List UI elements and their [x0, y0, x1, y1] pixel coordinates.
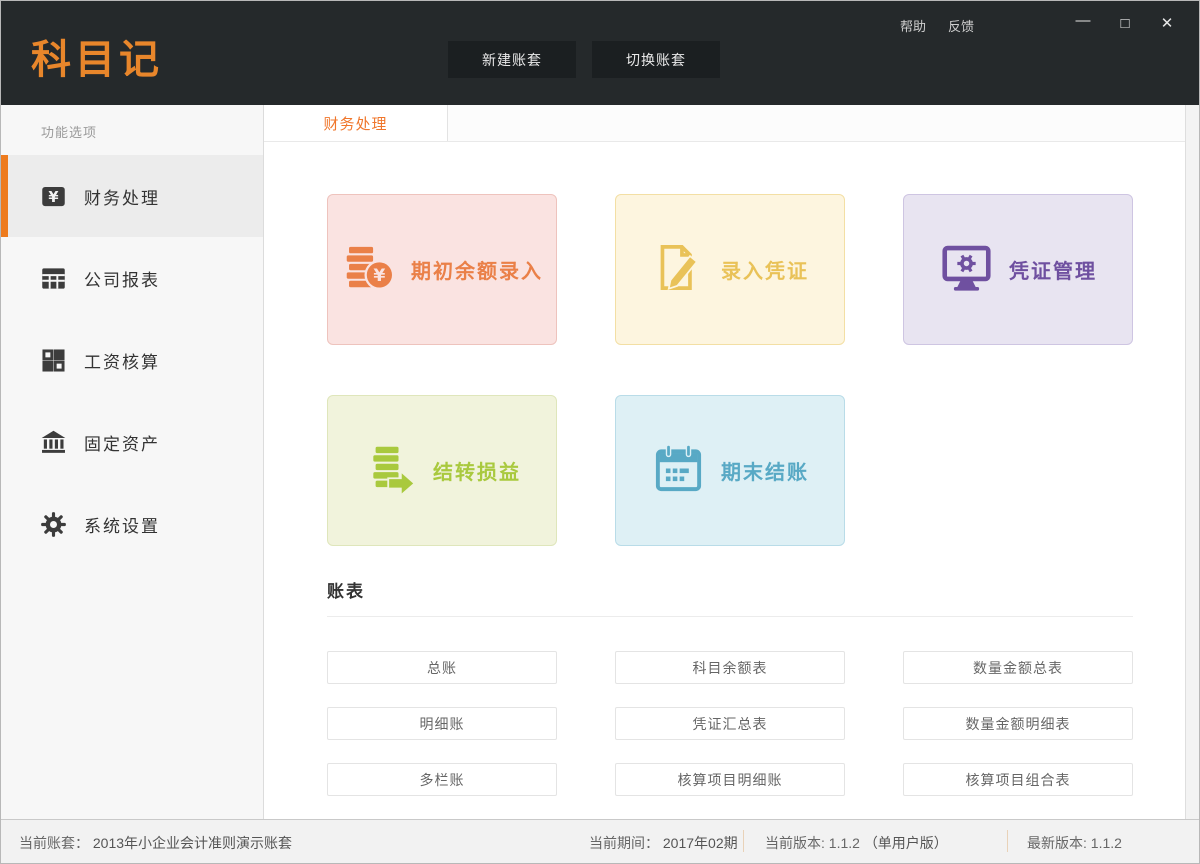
report-button-general-ledger[interactable]: 总账	[327, 651, 557, 684]
sidebar-item-company-reports[interactable]: 公司报表	[1, 237, 263, 319]
report-button-detail-ledger[interactable]: 明细账	[327, 707, 557, 740]
close-icon[interactable]: ✕	[1153, 9, 1181, 37]
svg-text:¥: ¥	[48, 189, 58, 206]
report-table-icon	[40, 265, 68, 292]
current-account-set-value: 2013年小企业会计准则演示账套	[93, 835, 292, 851]
sidebar-item-finance[interactable]: ¥ 财务处理	[1, 155, 263, 237]
reports-section: 账表 总账 科目余额表 数量金额总表 明细账 凭证汇总表 数量金额明细表 多栏账…	[327, 577, 1133, 796]
card-label: 凭证管理	[1009, 255, 1097, 284]
tab-finance-processing[interactable]: 财务处理	[264, 105, 448, 141]
feedback-link[interactable]: 反馈	[948, 16, 974, 35]
coins-yen-icon: ¥	[341, 240, 396, 300]
top-bar: 科目记 新建账套 切换账套 帮助 反馈 — □ ✕	[1, 1, 1199, 105]
sidebar-item-label: 系统设置	[84, 512, 160, 537]
top-links: 帮助 反馈	[900, 16, 974, 35]
status-separator	[743, 830, 744, 852]
status-separator	[1007, 830, 1008, 852]
app-window: 科目记 新建账套 切换账套 帮助 反馈 — □ ✕ 功能选项 ¥ 财务处理	[0, 0, 1200, 864]
report-button-account-balance[interactable]: 科目余额表	[615, 651, 845, 684]
top-menu: 新建账套 切换账套	[448, 41, 720, 78]
card-label: 结转损益	[433, 456, 521, 485]
grid-squares-icon	[40, 347, 68, 374]
sidebar-item-label: 公司报表	[84, 266, 160, 291]
tab-bar: 财务处理	[264, 105, 1199, 142]
current-account-set: 当前账套： 2013年小企业会计准则演示账套	[19, 833, 292, 853]
status-bar: 当前账套： 2013年小企业会计准则演示账套 当前期间： 2017年02期 当前…	[1, 819, 1199, 863]
switch-account-set-button[interactable]: 切换账套	[592, 41, 720, 78]
current-period: 当前期间： 2017年02期	[589, 833, 738, 853]
minimize-icon[interactable]: —	[1069, 9, 1097, 37]
new-account-set-button[interactable]: 新建账套	[448, 41, 576, 78]
sidebar-item-label: 工资核算	[84, 348, 160, 373]
yen-badge-icon: ¥	[40, 183, 68, 210]
window-controls: — □ ✕	[1069, 9, 1181, 37]
sidebar: 功能选项 ¥ 财务处理 公司报表 工资核算	[1, 105, 264, 821]
current-period-value: 2017年02期	[663, 835, 738, 851]
bank-building-icon	[40, 429, 68, 456]
report-button-accounting-item-detail[interactable]: 核算项目明细账	[615, 763, 845, 796]
reports-divider	[327, 616, 1133, 617]
current-account-set-label: 当前账套：	[19, 835, 89, 851]
sidebar-item-label: 固定资产	[84, 430, 160, 455]
current-version-note: （单用户版）	[864, 835, 948, 851]
card-label: 期末结账	[721, 456, 809, 485]
reports-section-title: 账表	[327, 577, 1133, 602]
current-version: 当前版本: 1.1.2 （单用户版）	[765, 833, 948, 853]
report-button-qty-amount-summary[interactable]: 数量金额总表	[903, 651, 1133, 684]
edit-document-icon	[651, 240, 706, 300]
gear-icon	[40, 511, 68, 538]
latest-version-label: 最新版本: 1.1.2	[1027, 835, 1122, 851]
sidebar-item-system-settings[interactable]: 系统设置	[1, 483, 263, 565]
feature-card-grid: ¥ 期初余额录入 录入凭证 凭证管理	[327, 194, 1199, 546]
card-label: 期初余额录入	[411, 255, 543, 284]
sidebar-item-fixed-assets[interactable]: 固定资产	[1, 401, 263, 483]
sidebar-item-label: 财务处理	[84, 184, 160, 209]
report-button-accounting-item-combo[interactable]: 核算项目组合表	[903, 763, 1133, 796]
report-button-multi-column-ledger[interactable]: 多栏账	[327, 763, 557, 796]
vertical-scrollbar[interactable]	[1185, 105, 1199, 819]
app-logo: 科目记	[31, 27, 163, 85]
svg-text:¥: ¥	[373, 266, 385, 286]
sidebar-header: 功能选项	[1, 105, 263, 155]
sidebar-item-payroll[interactable]: 工资核算	[1, 319, 263, 401]
current-period-label: 当前期间：	[589, 835, 659, 851]
maximize-icon[interactable]: □	[1111, 9, 1139, 37]
main-content: ¥ 期初余额录入 录入凭证 凭证管理	[264, 142, 1199, 796]
help-link[interactable]: 帮助	[900, 16, 926, 35]
card-opening-balance[interactable]: ¥ 期初余额录入	[327, 194, 557, 345]
main-area: 财务处理 ¥ 期初余额录入 录入凭证	[264, 105, 1199, 821]
report-button-qty-amount-detail[interactable]: 数量金额明细表	[903, 707, 1133, 740]
current-version-label: 当前版本: 1.1.2	[765, 835, 860, 851]
calendar-icon	[651, 441, 706, 501]
carry-forward-icon	[363, 441, 418, 501]
report-button-grid: 总账 科目余额表 数量金额总表 明细账 凭证汇总表 数量金额明细表 多栏账 核算…	[327, 651, 1133, 796]
latest-version: 最新版本: 1.1.2	[1027, 833, 1122, 853]
card-enter-voucher[interactable]: 录入凭证	[615, 194, 845, 345]
monitor-gear-icon	[939, 240, 994, 300]
card-voucher-management[interactable]: 凭证管理	[903, 194, 1133, 345]
card-carry-forward[interactable]: 结转损益	[327, 395, 557, 546]
report-button-voucher-summary[interactable]: 凭证汇总表	[615, 707, 845, 740]
card-label: 录入凭证	[721, 255, 809, 284]
card-period-end-closing[interactable]: 期末结账	[615, 395, 845, 546]
